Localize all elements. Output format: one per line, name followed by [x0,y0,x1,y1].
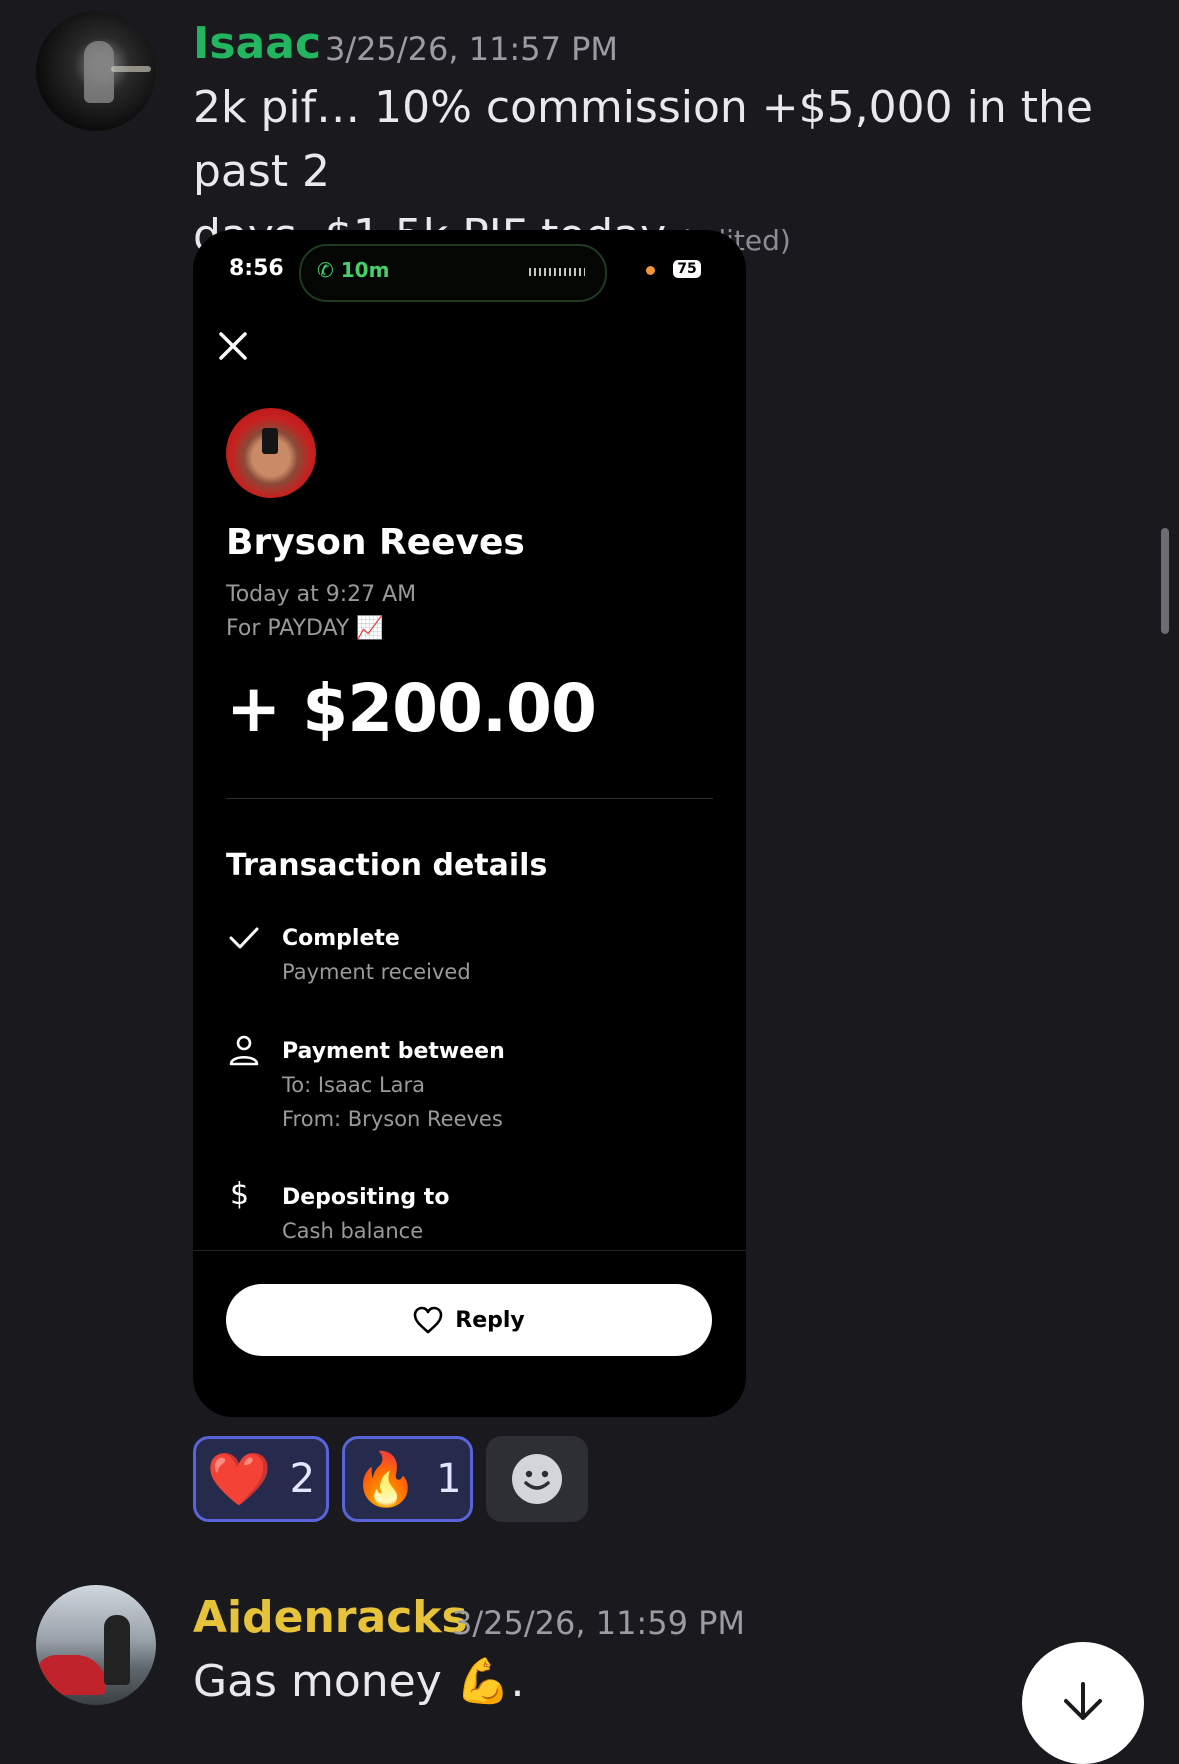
avatar-car [36,1655,106,1695]
avatar-figure [104,1615,130,1685]
row-title-depositing-to: Depositing to [282,1185,450,1210]
divider [226,798,713,799]
reply-button[interactable]: Reply [226,1284,712,1356]
bottom-divider [193,1250,746,1251]
person-icon [229,1035,259,1066]
message-text-trailing: . [510,1656,525,1707]
mic-indicator-dot [646,266,655,275]
reply-label: Reply [455,1307,525,1333]
audio-wave-icon [529,268,585,276]
heart-emoji: ❤️ [206,1449,272,1510]
row-title-complete: Complete [282,926,400,951]
user-avatar-aidenracks[interactable] [36,1585,156,1705]
call-duration: ✆ 10m [317,258,389,282]
smiley-icon [512,1454,562,1504]
user-avatar-isaac[interactable] [36,11,156,131]
username-aidenracks[interactable]: Aidenracks [193,1592,468,1643]
message-text-line1: 2k pif… 10% commission +$5,000 in the pa… [193,82,1093,197]
phone-icon: ✆ [317,258,334,282]
reaction-count: 1 [436,1456,462,1502]
reaction-count: 2 [289,1456,316,1502]
row-title-payment-between: Payment between [282,1039,505,1064]
transaction-note: For PAYDAY 📈 [226,616,384,641]
flexed-biceps-emoji: 💪 [455,1656,511,1707]
dynamic-island-call: ✆ 10m [299,244,607,302]
checkmark-icon [229,927,259,949]
avatar-figure [84,41,114,103]
reaction-heart[interactable]: ❤️ 2 [193,1436,329,1522]
reaction-fire[interactable]: 🔥 1 [342,1436,473,1522]
battery-icon: 75 [673,260,701,278]
row-detail: From: Bryson Reeves [282,1107,503,1131]
row-detail: To: Isaac Lara [282,1073,426,1097]
add-reaction-button[interactable] [486,1436,588,1522]
section-title: Transaction details [226,848,548,883]
message-text-body: Gas money [193,1656,442,1707]
jump-to-latest-button[interactable] [1022,1642,1144,1764]
scrollbar[interactable] [1161,528,1169,634]
transaction-amount: + $200.00 [226,670,597,747]
status-bar-time: 8:56 [229,256,284,281]
sender-name: Bryson Reeves [226,522,525,563]
username-isaac[interactable]: Isaac [193,18,321,69]
sender-avatar [226,408,316,498]
fire-emoji: 🔥 [353,1449,419,1510]
dollar-icon: $ [230,1177,250,1212]
close-icon [219,332,247,360]
heart-icon [413,1306,443,1334]
transaction-date: Today at 9:27 AM [226,582,417,607]
message-text: Gas money 💪. [193,1650,525,1714]
message-timestamp: 3/25/26, 11:59 PM [452,1604,745,1642]
row-detail: Payment received [282,960,471,984]
avatar-background-lights [111,66,151,72]
arrow-down-icon [1064,1682,1102,1720]
avatar-phone-in-hand [262,428,278,454]
call-duration-text: 10m [340,258,390,282]
image-attachment[interactable]: 8:56 ✆ 10m 75 Bryson Reeves Today at 9:2… [193,230,746,1417]
message-timestamp: 3/25/26, 11:57 PM [325,30,618,68]
row-detail: Cash balance [282,1219,424,1243]
